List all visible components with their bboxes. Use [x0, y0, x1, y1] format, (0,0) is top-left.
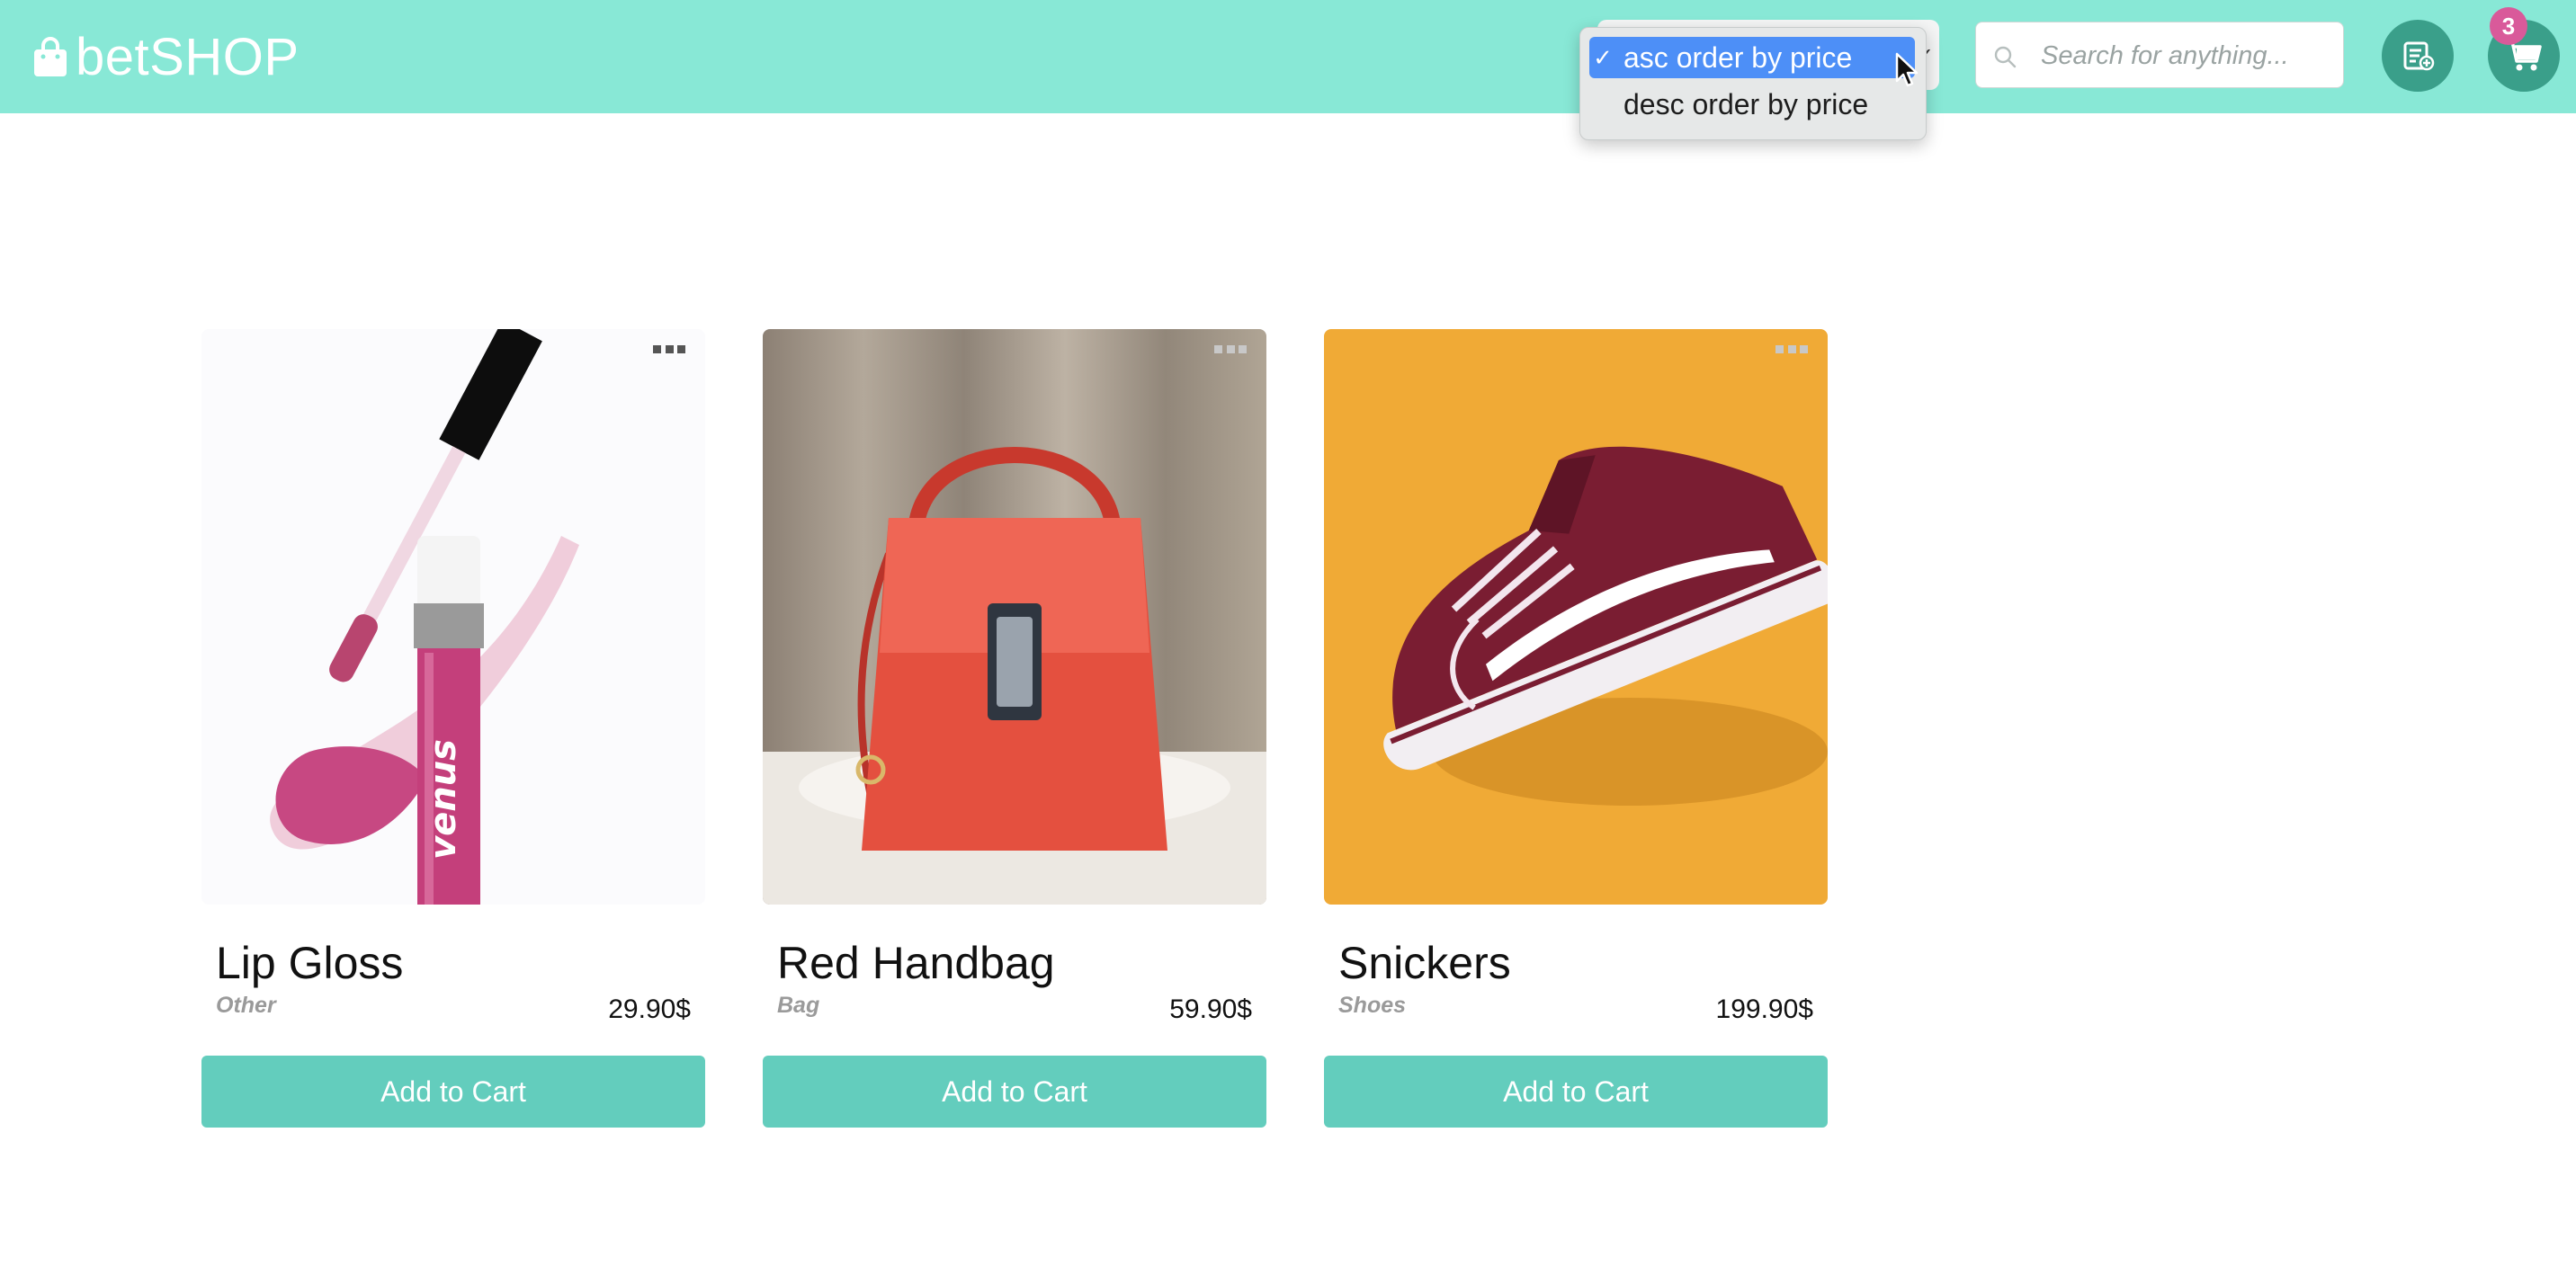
product-image-snickers[interactable]: [1324, 329, 1828, 905]
header: betSHOP ✓ 3: [0, 0, 2576, 113]
add-to-cart-button[interactable]: Add to Cart: [1324, 1056, 1828, 1128]
mouse-pointer-icon: [1895, 52, 1919, 87]
product-name: Lip Gloss: [216, 938, 404, 988]
product-name: Red Handbag: [777, 938, 1055, 988]
product-image-lip-gloss[interactable]: venus: [201, 329, 705, 905]
product-category: Bag: [777, 993, 820, 1018]
more-options-icon[interactable]: [653, 345, 685, 356]
product-category: Other: [216, 993, 276, 1018]
add-order-icon: [2403, 41, 2435, 71]
check-icon: ✓: [1593, 43, 1613, 71]
sort-dropdown[interactable]: ✓ asc order by price desc order by price: [1579, 27, 1927, 140]
sort-option-asc[interactable]: ✓ asc order by price: [1589, 37, 1915, 78]
sort-option-label: desc order by price: [1623, 87, 1869, 120]
sort-option-label: asc order by price: [1623, 40, 1853, 74]
svg-text:venus: venus: [423, 739, 464, 860]
logo[interactable]: betSHOP: [32, 23, 300, 90]
search-input[interactable]: [2039, 35, 2330, 76]
product-price: 29.90$: [608, 994, 691, 1024]
more-options-icon[interactable]: [1775, 345, 1808, 356]
shopping-bag-icon: [34, 37, 67, 76]
product-price: 199.90$: [1715, 994, 1813, 1024]
add-order-button[interactable]: [2382, 20, 2454, 92]
cart-count-badge: 3: [2490, 7, 2527, 45]
product-price: 59.90$: [1169, 994, 1252, 1024]
search-box[interactable]: [1975, 22, 2344, 88]
search-icon: [1994, 46, 2017, 68]
sort-option-desc[interactable]: desc order by price: [1589, 84, 1915, 125]
logo-text: betSHOP: [76, 27, 300, 86]
product-image-red-handbag[interactable]: [763, 329, 1266, 905]
add-to-cart-button[interactable]: Add to Cart: [763, 1056, 1266, 1128]
add-to-cart-button[interactable]: Add to Cart: [201, 1056, 705, 1128]
more-options-icon[interactable]: [1214, 345, 1247, 356]
product-category: Shoes: [1338, 993, 1407, 1018]
product-name: Snickers: [1338, 938, 1511, 988]
